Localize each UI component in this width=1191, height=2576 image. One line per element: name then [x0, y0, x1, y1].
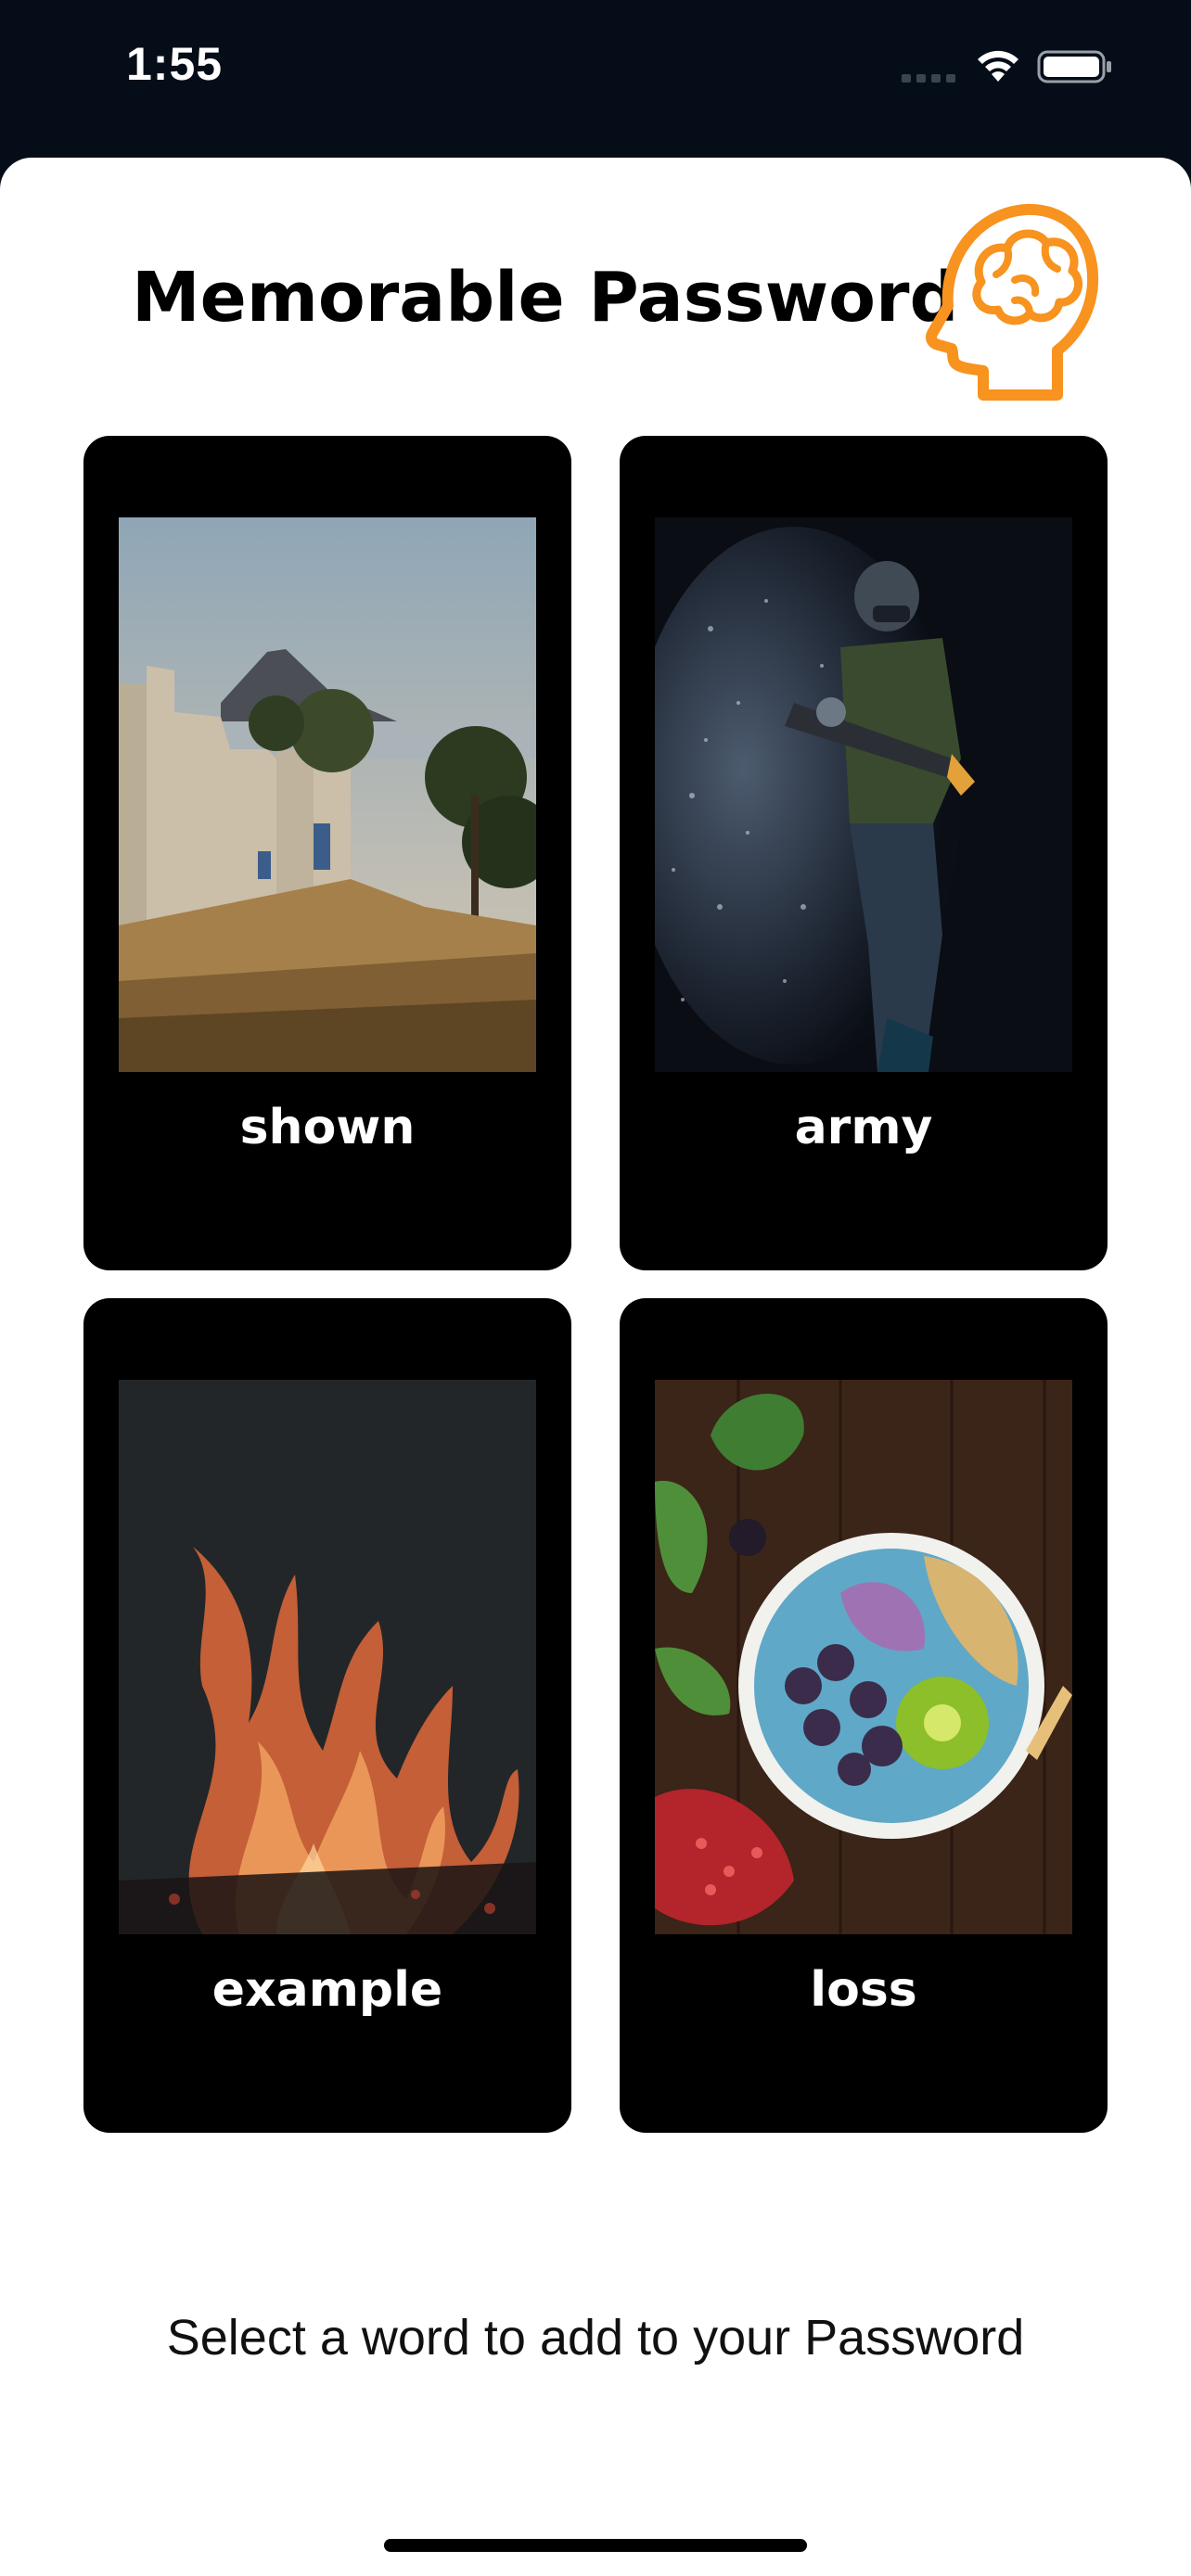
brain-head-icon [926, 203, 1099, 401]
instruction-text: Select a word to add to your Password [166, 2310, 1025, 2366]
home-indicator[interactable] [384, 2539, 807, 2552]
wifi-icon [978, 50, 1018, 82]
word-card-shown[interactable]: shown [83, 436, 571, 1270]
word-card-example[interactable]: example [83, 1298, 571, 2133]
page-title: Memorable Password [132, 258, 959, 338]
word-card-loss[interactable]: loss [620, 1298, 1108, 2133]
battery-icon [1037, 50, 1111, 83]
card-image-fire [119, 1380, 536, 1934]
card-image-soldier [655, 517, 1072, 1072]
card-word: army [794, 1100, 933, 1155]
card-word: shown [239, 1100, 416, 1155]
card-word: loss [810, 1962, 917, 2018]
cellular-signal-icon [902, 74, 955, 83]
status-time: 1:55 [126, 38, 224, 90]
card-word: example [211, 1962, 443, 2018]
card-image-smoothie-bowl [655, 1380, 1072, 1934]
word-card-army[interactable]: army [620, 436, 1108, 1270]
card-image-villa [119, 517, 536, 1072]
status-bar: 1:55 [0, 0, 1191, 158]
